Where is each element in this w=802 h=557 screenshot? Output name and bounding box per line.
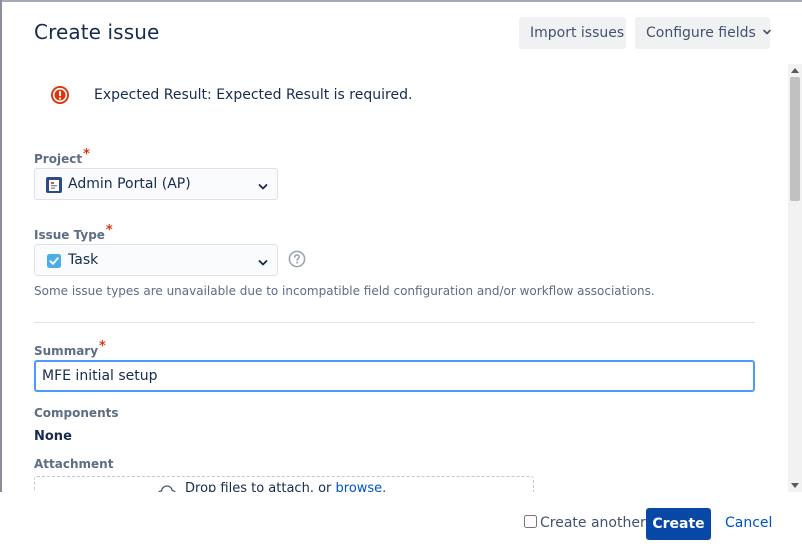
dialog-title: Create issue (34, 20, 160, 44)
dialog-footer: Create another Create Cancel (0, 492, 802, 557)
attachment-label: Attachment (34, 457, 114, 471)
import-issues-label: Import issues (530, 25, 625, 41)
required-marker: * (99, 339, 106, 354)
issue-type-label: Issue Type* (34, 223, 113, 242)
error-circle-icon (50, 85, 70, 105)
import-issues-button[interactable]: Import issues (519, 17, 626, 49)
scroll-down-arrow-icon[interactable] (791, 483, 799, 488)
issue-type-select[interactable]: Task (34, 244, 278, 276)
help-question-icon[interactable] (288, 250, 306, 268)
project-select[interactable]: Admin Portal (AP) (34, 168, 278, 200)
create-button[interactable]: Create (646, 508, 711, 540)
dialog-header: Create issue Import issues Configure fie… (0, 0, 802, 64)
content-scrollbar[interactable] (788, 64, 802, 492)
task-checkbox-icon (46, 253, 62, 269)
cloud-upload-icon (157, 483, 177, 492)
required-marker: * (83, 147, 90, 162)
issue-type-hint: Some issue types are unavailable due to … (34, 284, 655, 298)
section-divider (34, 322, 755, 323)
components-value[interactable]: None (34, 429, 72, 444)
dialog-content[interactable]: Expected Result: Expected Result is requ… (0, 64, 788, 492)
attachment-dropzone[interactable]: Drop files to attach, or browse. (34, 476, 534, 492)
configure-fields-label: Configure fields (646, 25, 756, 41)
browse-link[interactable]: browse. (336, 481, 387, 492)
create-issue-dialog: Create issue Import issues Configure fie… (0, 0, 802, 557)
project-select-value: Admin Portal (AP) (68, 176, 191, 192)
create-another-checkbox-input[interactable] (524, 515, 537, 528)
scrollbar-thumb[interactable] (790, 77, 800, 201)
issue-type-select-value: Task (68, 252, 99, 268)
create-another-label: Create another (540, 515, 646, 531)
configure-fields-button[interactable]: Configure fields (635, 17, 772, 49)
summary-input[interactable] (34, 360, 755, 392)
attachment-drop-text: Drop files to attach, or browse. (185, 481, 386, 492)
chevron-down-icon (257, 180, 269, 196)
chevron-down-icon (257, 256, 269, 272)
summary-label: Summary* (34, 339, 106, 358)
project-avatar-icon (46, 177, 62, 193)
components-label: Components (34, 406, 119, 420)
chevron-down-icon (762, 17, 772, 49)
error-message-text: Expected Result: Expected Result is requ… (94, 87, 413, 103)
cancel-button[interactable]: Cancel (725, 515, 772, 531)
required-marker: * (105, 223, 113, 238)
scroll-up-arrow-icon[interactable] (791, 68, 799, 73)
project-label: Project* (34, 147, 90, 166)
create-another-checkbox[interactable]: Create another (524, 515, 646, 531)
